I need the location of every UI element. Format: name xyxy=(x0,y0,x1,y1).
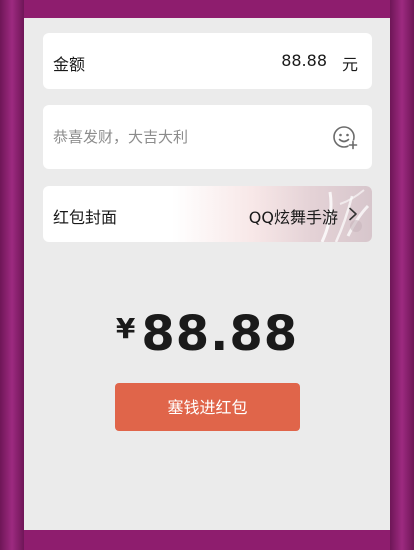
cover-label: 红包封面 xyxy=(53,208,118,227)
cover-value: QQ炫舞手游 xyxy=(248,208,338,227)
amount-unit: 元 xyxy=(341,55,358,74)
cover-row[interactable]: 红包封面 QQ炫舞手游 xyxy=(43,186,372,242)
frame-right xyxy=(390,0,414,550)
amount-value[interactable]: 88.88 xyxy=(281,51,327,70)
total-amount: ¥88.88 xyxy=(24,306,390,362)
emoji-add-icon[interactable] xyxy=(332,124,358,150)
greeting-row[interactable] xyxy=(43,105,372,169)
red-packet-panel: 金额 88.88 元 红包封面 QQ炫舞手游 ¥88.8 xyxy=(24,18,390,530)
amount-label: 金额 xyxy=(53,55,86,74)
total-value: 88.88 xyxy=(141,306,299,362)
frame-left xyxy=(0,0,24,550)
chevron-right-icon[interactable] xyxy=(348,207,358,221)
currency-symbol: ¥ xyxy=(115,312,136,345)
submit-button[interactable]: 塞钱进红包 xyxy=(115,383,300,431)
amount-row[interactable]: 金额 88.88 元 xyxy=(43,33,372,89)
greeting-input[interactable] xyxy=(53,126,313,148)
